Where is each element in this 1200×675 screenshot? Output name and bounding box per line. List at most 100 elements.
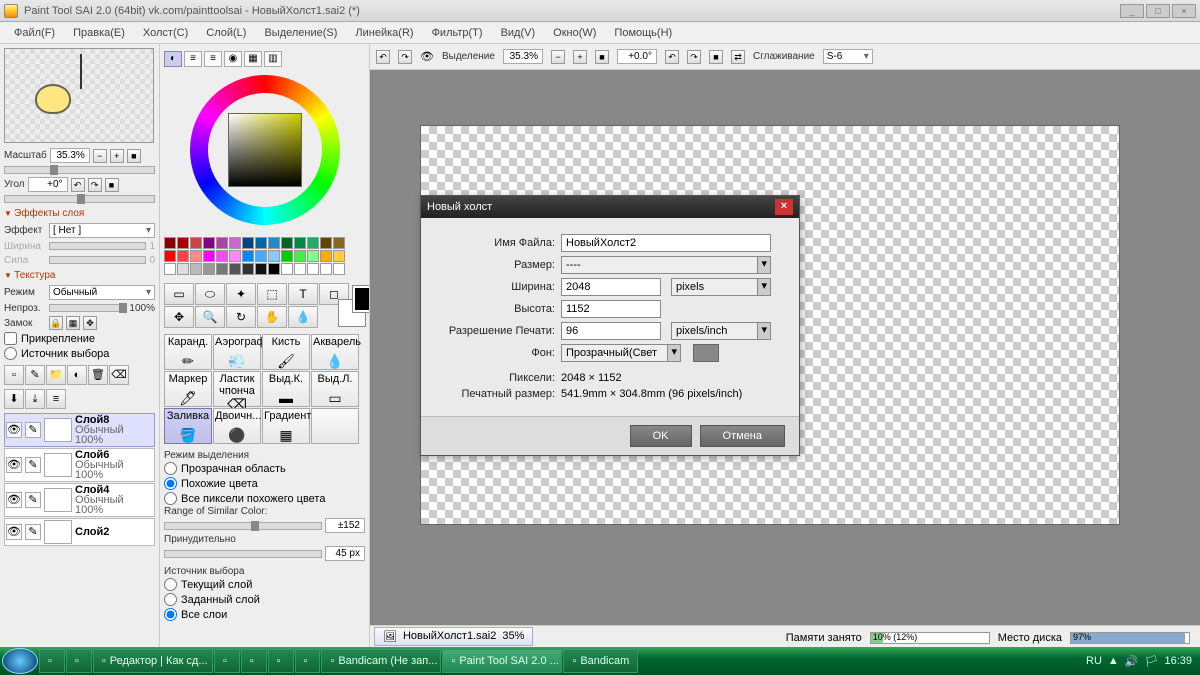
lock-move-icon[interactable]: ✥ — [83, 316, 97, 330]
swatch[interactable] — [268, 250, 280, 262]
swatch[interactable] — [268, 237, 280, 249]
new-mask-icon[interactable]: ◐ — [67, 365, 87, 385]
navigator[interactable] — [4, 48, 154, 143]
visibility-icon[interactable]: 👁 — [6, 524, 22, 540]
menu-edit[interactable]: Правка(E) — [65, 25, 133, 41]
merge-down-icon[interactable]: ⬇ — [4, 389, 24, 409]
width-input[interactable] — [561, 278, 661, 296]
new-layer-icon[interactable]: ▫ — [4, 365, 24, 385]
eyedropper-tool[interactable]: 💧 — [288, 306, 318, 328]
selmode-transparent-radio[interactable] — [164, 462, 177, 475]
scale-slider[interactable] — [4, 166, 155, 174]
swatch[interactable] — [164, 250, 176, 262]
cancel-button[interactable]: Отмена — [700, 425, 785, 447]
redo-icon[interactable]: ↷ — [398, 50, 412, 64]
menu-ruler[interactable]: Линейка(R) — [347, 25, 421, 41]
rotate-cw-button[interactable]: ↷ — [88, 178, 102, 192]
selmode-allsimilar-radio[interactable] — [164, 492, 177, 505]
zoom-in-button[interactable]: + — [110, 149, 124, 163]
menu-layer[interactable]: Слой(L) — [198, 25, 254, 41]
color-fg-bg[interactable] — [353, 286, 365, 326]
scratchpad-icon[interactable]: ▥ — [264, 51, 282, 67]
swatch[interactable] — [229, 250, 241, 262]
bg-color-swatch[interactable] — [693, 344, 719, 362]
height-input[interactable] — [561, 300, 661, 318]
rotate-tool[interactable]: ↻ — [226, 306, 256, 328]
layer-item[interactable]: 👁✎Слой6Обычный100% — [4, 448, 155, 482]
taskbar-item[interactable]: ▫ — [214, 649, 240, 673]
texture-header[interactable]: Текстура — [4, 267, 155, 284]
brush-Градиент[interactable]: Градиент▦ — [262, 408, 310, 444]
menu-window[interactable]: Окно(W) — [545, 25, 604, 41]
edit-icon[interactable]: ✎ — [25, 422, 41, 438]
brush-Кисть[interactable]: Кисть🖌 — [262, 334, 310, 370]
text-tool[interactable]: T — [288, 283, 318, 305]
taskbar-item[interactable]: ▫Bandicam (Не зап... — [321, 649, 441, 673]
filename-input[interactable] — [561, 234, 771, 252]
swatch[interactable] — [294, 250, 306, 262]
rgb-slider-icon[interactable]: ≡ — [184, 51, 202, 67]
selmode-similar-radio[interactable] — [164, 477, 177, 490]
size-unit-dropdown[interactable]: pixels — [671, 278, 771, 296]
select-source-radio[interactable] — [4, 347, 17, 360]
brush-Выд.К.[interactable]: Выд.К.▬ — [262, 371, 310, 407]
swatch[interactable] — [190, 250, 202, 262]
effect-dropdown[interactable]: [ Нет ] — [49, 223, 155, 238]
visibility-icon[interactable]: 👁 — [6, 422, 22, 438]
scale-value[interactable]: 35.3% — [50, 148, 90, 163]
close-button[interactable]: × — [1172, 4, 1196, 18]
toolbar-zoom-fit[interactable]: ■ — [595, 50, 609, 64]
swatch[interactable] — [281, 250, 293, 262]
swatch[interactable] — [294, 237, 306, 249]
rotate-reset-button[interactable]: ■ — [105, 178, 119, 192]
swatch[interactable] — [229, 263, 241, 275]
swatch[interactable] — [333, 250, 345, 262]
zoom-out-button[interactable]: − — [93, 149, 107, 163]
swatches-icon[interactable]: ▦ — [244, 51, 262, 67]
swatch[interactable] — [190, 263, 202, 275]
hand-tool[interactable]: ✋ — [257, 306, 287, 328]
menu-selection[interactable]: Выделение(S) — [256, 25, 345, 41]
swatch[interactable] — [177, 250, 189, 262]
zoom-reset-button[interactable]: ■ — [127, 149, 141, 163]
swatch[interactable] — [255, 237, 267, 249]
angle-slider[interactable] — [4, 195, 155, 203]
swatch[interactable] — [307, 250, 319, 262]
start-button[interactable] — [2, 648, 38, 674]
swatch[interactable] — [242, 263, 254, 275]
visibility-icon[interactable]: 👁 — [6, 457, 22, 473]
swatch[interactable] — [216, 237, 228, 249]
rotate-ccw-button[interactable]: ↶ — [71, 178, 85, 192]
swatch[interactable] — [281, 237, 293, 249]
swatch[interactable] — [320, 263, 332, 275]
force-slider[interactable] — [164, 550, 322, 558]
flatten-icon[interactable]: ≡ — [46, 389, 66, 409]
edit-icon[interactable]: ✎ — [25, 457, 41, 473]
edit-icon[interactable]: ✎ — [25, 524, 41, 540]
color-wheel-icon[interactable]: ◐ — [164, 51, 182, 67]
visibility-icon[interactable]: 👁 — [6, 492, 22, 508]
taskbar-item[interactable]: ▫ — [66, 649, 92, 673]
swatch[interactable] — [242, 237, 254, 249]
swatch[interactable] — [177, 263, 189, 275]
toolbar-rot-ccw[interactable]: ↶ — [665, 50, 679, 64]
swatch[interactable] — [333, 263, 345, 275]
menu-canvas[interactable]: Холст(C) — [135, 25, 196, 41]
swatch[interactable] — [268, 263, 280, 275]
swatch[interactable] — [216, 250, 228, 262]
ok-button[interactable]: OK — [630, 425, 692, 447]
swatch[interactable] — [229, 237, 241, 249]
edit-icon[interactable]: ✎ — [25, 492, 41, 508]
brush-Каранд.[interactable]: Каранд.✏ — [164, 334, 212, 370]
color-wheel[interactable] — [190, 75, 340, 225]
layer-item[interactable]: 👁✎Слой8Обычный100% — [4, 413, 155, 447]
swatch[interactable] — [294, 263, 306, 275]
menu-help[interactable]: Помощь(H) — [606, 25, 680, 41]
smoothing-dropdown[interactable]: S-6 — [823, 49, 873, 64]
dialog-close-button[interactable]: × — [775, 199, 793, 215]
magic-wand-tool[interactable]: ✦ — [226, 283, 256, 305]
opacity-slider[interactable] — [49, 304, 126, 312]
system-tray[interactable]: RU▲🔊🏳 16:39 — [1080, 655, 1198, 668]
swatch[interactable] — [255, 263, 267, 275]
swatch[interactable] — [216, 263, 228, 275]
